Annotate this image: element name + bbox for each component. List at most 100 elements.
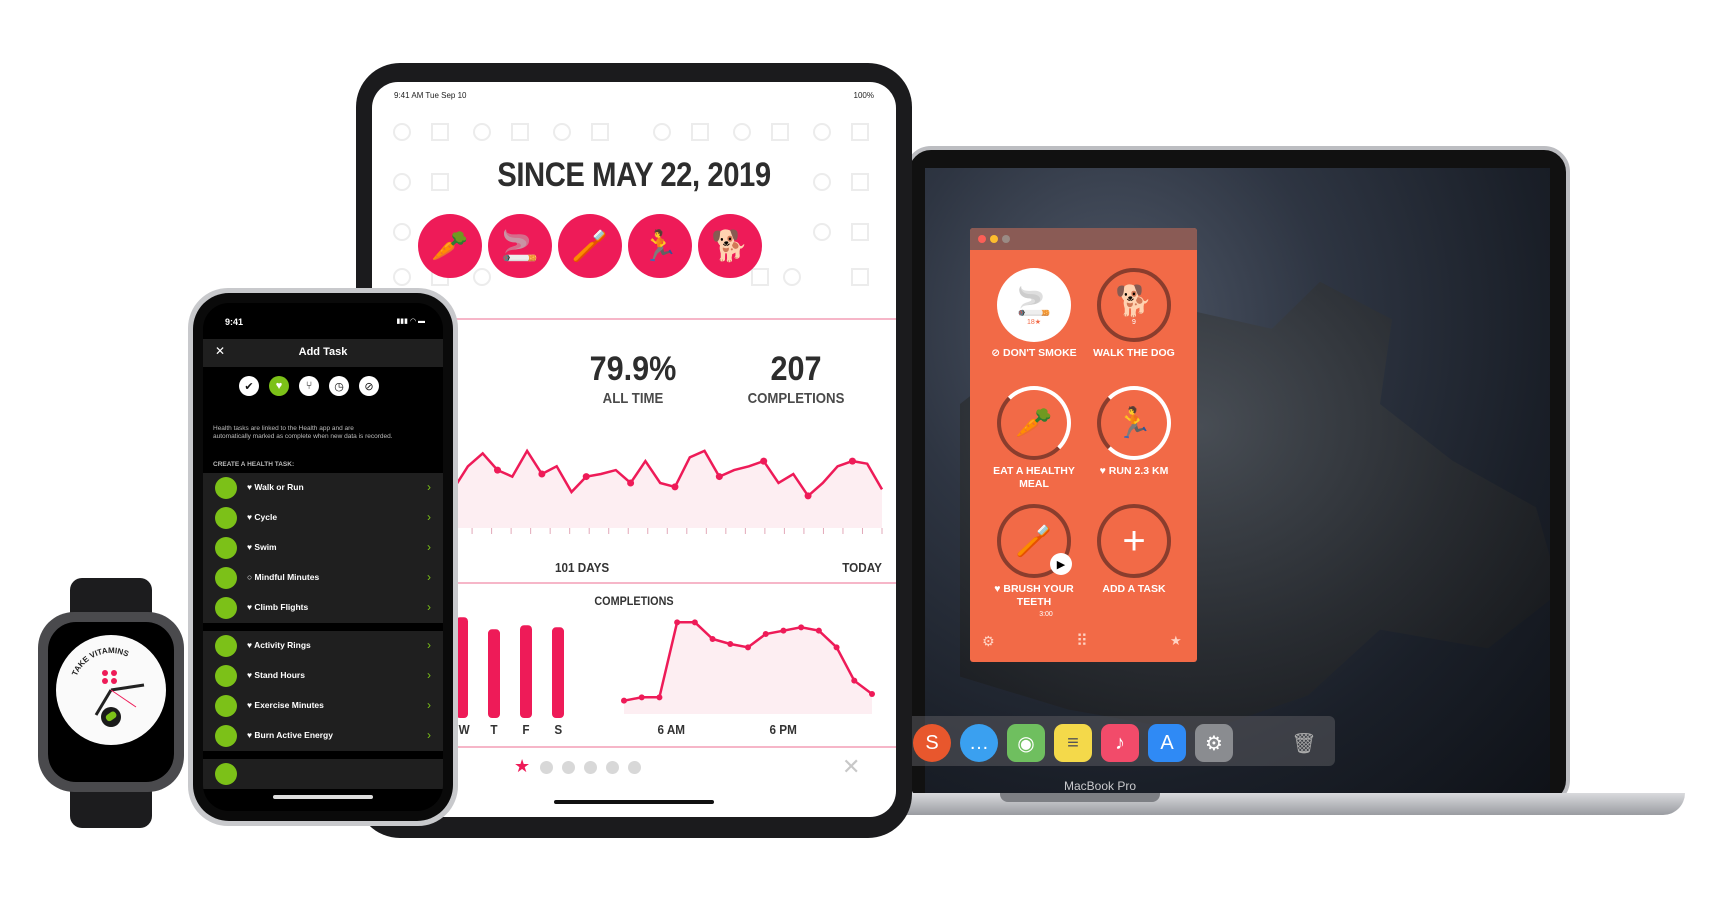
flame-icon (215, 725, 237, 747)
list-item[interactable]: ♥ Stand Hours › (203, 661, 443, 691)
hourly-point (798, 624, 805, 631)
streaks-dock-icon[interactable]: S (913, 724, 951, 762)
chevron-right-icon: › (427, 698, 431, 712)
chevron-right-icon: › (427, 638, 431, 652)
list-item[interactable]: ♥ Cycle › (203, 503, 443, 533)
task-label: ⊘ DON'T SMOKE (991, 347, 1077, 359)
toothbrush-icon[interactable]: 🪥 (558, 214, 622, 278)
macbook-notch (1000, 793, 1160, 802)
cutlery-category-icon[interactable]: ⑂ (299, 376, 319, 396)
mindful-icon (215, 567, 237, 589)
chevron-right-icon: › (427, 668, 431, 682)
settings-gear-icon[interactable]: ⚙ (982, 633, 995, 650)
list-item[interactable]: ♥ Burn Active Energy › (203, 721, 443, 751)
task-walk-dog-button[interactable]: 🐕 9 (1097, 268, 1171, 342)
status-icons: ▮▮▮ ◠ ▬ (396, 318, 425, 325)
timer-category-icon[interactable]: ◷ (329, 376, 349, 396)
weekday-label: W (458, 722, 470, 737)
dog-icon: 🐕 (1115, 285, 1153, 318)
page-dot[interactable] (628, 761, 641, 774)
page-title: SINCE MAY 22, 2019 (497, 156, 771, 194)
checkmark-category-icon[interactable]: ✔ (239, 376, 259, 396)
task-label: ADD A TASK (1102, 583, 1166, 595)
weekday-label: S (554, 722, 563, 737)
task-eat-healthy-button[interactable]: 🥕 (997, 386, 1071, 460)
hourly-point (709, 636, 716, 642)
music-dock-icon[interactable]: ♪ (1101, 724, 1139, 762)
climb-icon (215, 597, 237, 619)
task-run-button[interactable]: 🏃 (1097, 386, 1171, 460)
app-store-dock-icon[interactable]: A (1148, 724, 1186, 762)
hourly-point (762, 631, 769, 637)
play-timer-icon[interactable]: ▶ (1050, 553, 1072, 575)
task-count: 9 (1132, 319, 1136, 326)
list-item[interactable] (203, 759, 443, 789)
page-star-icon[interactable]: ★ (514, 756, 530, 777)
grid-dots-icon[interactable]: ⠿ (1076, 631, 1088, 651)
list-item[interactable]: ♥ Exercise Minutes › (203, 691, 443, 721)
page-dot[interactable] (540, 761, 553, 774)
hour-label: 6 PM (769, 722, 797, 737)
list-item[interactable]: ♥ Climb Flights › (203, 593, 443, 623)
task-label: WALK THE DOG (1093, 347, 1175, 359)
trash-dock-icon[interactable]: 🗑 (1285, 724, 1323, 762)
list-item[interactable]: ○ Mindful Minutes › (203, 563, 443, 593)
line-chart-grid (393, 528, 883, 534)
task-label: ♥ BRUSH YOUR TEETH (994, 583, 1074, 608)
add-task-button[interactable]: + (1097, 504, 1171, 578)
watch-band-bottom (70, 790, 152, 828)
task-count: 18★ (1026, 318, 1042, 326)
negative-category-icon[interactable]: ⊘ (359, 376, 379, 396)
hourly-point (745, 644, 751, 651)
dog-icon[interactable]: 🐕 (698, 214, 762, 278)
line-chart-point (582, 473, 590, 481)
page-dot[interactable] (584, 761, 597, 774)
status-battery: 100% (853, 91, 874, 100)
messages-dock-icon[interactable]: … (960, 724, 998, 762)
health-icon (215, 763, 237, 785)
x-axis-label-mid: 101 DAYS (555, 560, 610, 575)
page-dot[interactable] (562, 761, 575, 774)
carrot-icon[interactable]: 🥕 (418, 214, 482, 278)
star-icon[interactable]: ★ (1170, 633, 1182, 649)
home-indicator (273, 795, 373, 799)
close-icon[interactable]: ✕ (842, 754, 860, 780)
completion-bar (520, 625, 532, 718)
task-dont-smoke-button[interactable]: 🚬 18★ (997, 268, 1071, 342)
cycle-icon (215, 507, 237, 529)
page-dot[interactable] (606, 761, 619, 774)
list-item[interactable]: ♥ Swim › (203, 533, 443, 563)
complication-text: TAKE VITAMINS (70, 646, 131, 677)
watch-face-detail: TAKE VITAMINS (70, 646, 145, 727)
completion-bar (552, 627, 564, 718)
heart-category-icon[interactable]: ♥ (269, 376, 289, 396)
zoom-window-button[interactable] (1002, 235, 1010, 243)
status-time: 9:41 (225, 317, 244, 327)
carrot-icon: 🥕 (1015, 406, 1053, 440)
stat-value: 207 (770, 350, 822, 388)
runner-icon[interactable]: 🏃 (628, 214, 692, 278)
chevron-right-icon: › (427, 480, 431, 494)
status-time: 9:41 AM Tue Sep 10 (394, 91, 467, 100)
list-item[interactable]: ♥ Walk or Run › (203, 473, 443, 503)
weekday-label: T (490, 722, 498, 737)
line-chart-point (804, 492, 812, 500)
macbook-base (865, 793, 1685, 815)
timer-text: 3:00 (1039, 611, 1053, 618)
hourly-area-fill (624, 622, 872, 714)
add-task-title: Add Task (298, 346, 348, 358)
chevron-right-icon: › (427, 728, 431, 742)
cigarette-icon[interactable]: 🚬 (488, 214, 552, 278)
notes-dock-icon[interactable]: ≡ (1054, 724, 1092, 762)
maps-dock-icon[interactable]: ◉ (1007, 724, 1045, 762)
chevron-right-icon: › (427, 570, 431, 584)
hourly-point (815, 627, 822, 634)
settings-dock-icon[interactable]: ⚙ (1195, 724, 1233, 762)
stat-value: 79.9% (589, 350, 677, 388)
activity-rings-icon (215, 635, 237, 657)
minimize-window-button[interactable] (990, 235, 998, 243)
close-window-button[interactable] (978, 235, 986, 243)
hourly-point (851, 677, 858, 684)
task-label: ♥ RUN 2.3 KM (1099, 465, 1169, 477)
list-item[interactable]: ♥ Activity Rings › (203, 631, 443, 661)
